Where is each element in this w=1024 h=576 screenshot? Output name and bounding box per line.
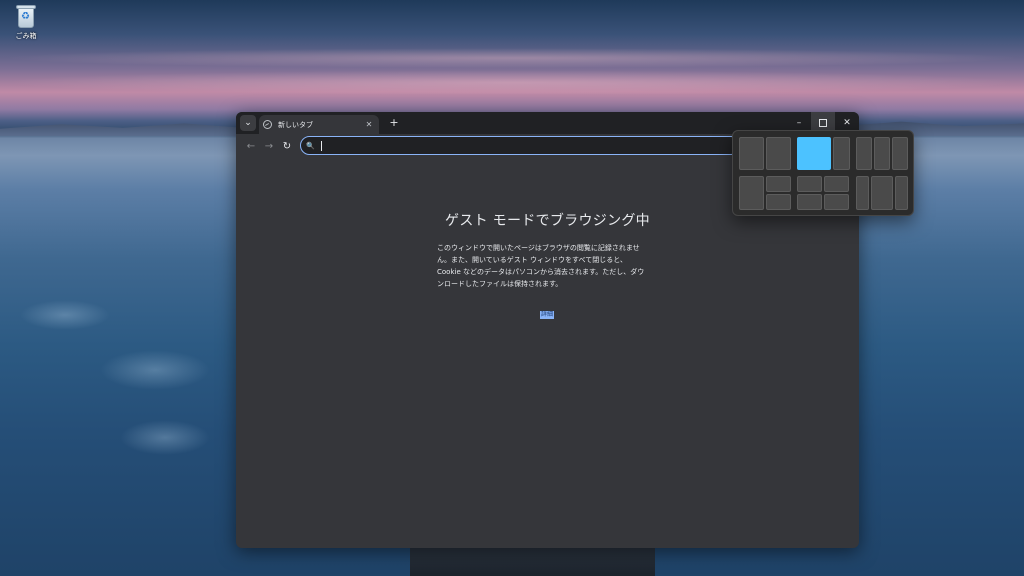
snap-layouts-flyout (732, 130, 914, 216)
snap-zone-right[interactable] (766, 137, 791, 170)
snap-zone-bottom-right[interactable] (766, 194, 791, 210)
recycle-bin-desktop-icon[interactable]: ♻ ごみ箱 (8, 4, 44, 41)
snap-zone-left-narrow[interactable] (856, 176, 869, 210)
tab-title: 新しいタブ (278, 120, 313, 129)
new-tab-button[interactable]: + (386, 115, 402, 131)
tab-new-tab[interactable]: 新しいタブ ✕ (259, 115, 379, 134)
reload-button[interactable]: ↻ (278, 137, 296, 155)
recycle-bin-icon: ♻ (15, 4, 37, 28)
snap-layout-left-plus-stack (739, 176, 791, 210)
snap-layout-narrow-wide-narrow (856, 176, 908, 210)
snap-layout-quarters (797, 176, 849, 210)
recycle-bin-label: ごみ箱 (15, 32, 37, 40)
guest-description-line: ンロードしたファイルは保持されます。 (437, 280, 563, 288)
snap-zone-right-narrow[interactable] (833, 137, 850, 170)
wallpaper-reflection (20, 300, 110, 330)
snap-zone-third[interactable] (856, 137, 872, 170)
back-button[interactable]: ← (242, 137, 260, 155)
snap-zone-left[interactable] (739, 176, 764, 210)
wallpaper-rock (410, 545, 655, 576)
tab-close-button[interactable]: ✕ (363, 120, 375, 129)
guest-description-line: このウィンドウで開いたページはブラウザの閲覧に記録されませ (437, 244, 640, 252)
address-input[interactable] (320, 140, 701, 151)
snap-zone-left[interactable] (739, 137, 764, 170)
snap-layout-thirds (856, 137, 908, 170)
tab-search-button[interactable]: ⌄ (240, 115, 256, 131)
wallpaper-cloud (0, 48, 1024, 68)
snap-zone-left-wide[interactable] (797, 137, 831, 170)
wallpaper-reflection (120, 420, 210, 455)
snap-zone-bottom-right[interactable] (824, 194, 849, 210)
search-icon: 🔍 (306, 141, 315, 150)
wallpaper-reflection (100, 350, 210, 390)
snap-zone-top-left[interactable] (797, 176, 822, 192)
snap-zone-top-right[interactable] (824, 176, 849, 192)
incognito-globe-icon (263, 120, 272, 129)
forward-button[interactable]: → (260, 137, 278, 155)
snap-zone-right-narrow[interactable] (895, 176, 908, 210)
address-bar[interactable]: 🔍 (300, 136, 740, 155)
maximize-icon (819, 119, 827, 127)
guest-page: ゲスト モードでブラウジング中 このウィンドウで開いたページはブラウザの閲覧に記… (236, 158, 859, 548)
snap-zone-bottom-left[interactable] (797, 194, 822, 210)
snap-zone-third[interactable] (892, 137, 908, 170)
wallpaper-cloud (0, 70, 1024, 95)
snap-zone-top-right[interactable] (766, 176, 791, 192)
guest-description-line: ん。また、開いているゲスト ウィンドウをすべて閉じると、 (437, 256, 627, 264)
learn-more-link[interactable]: 詳細 (540, 311, 555, 319)
guest-description: このウィンドウで開いたページはブラウザの閲覧に記録されませ ん。また、開いている… (437, 242, 657, 290)
snap-zone-third[interactable] (874, 137, 890, 170)
snap-zone-center-wide[interactable] (871, 176, 893, 210)
snap-layout-halves (739, 137, 791, 170)
snap-layout-wide-narrow (797, 137, 850, 170)
guest-description-line: Cookie などのデータはパソコンから消去されます。ただし、ダウ (437, 268, 645, 276)
